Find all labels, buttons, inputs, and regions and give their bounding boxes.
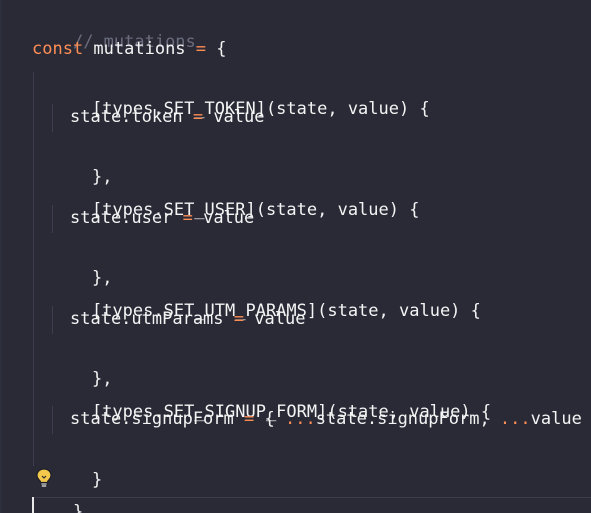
operator-equals: = <box>233 309 245 329</box>
spread-source: state.signupForm, <box>315 409 500 429</box>
text-cursor <box>32 497 34 513</box>
spread-operator: ... <box>284 409 316 429</box>
assign-rhs: value <box>192 208 255 228</box>
code-line-set-token[interactable]: [types.SET_TOKEN](state, value) { <box>51 70 430 119</box>
code-line-close[interactable]: }, <box>51 340 112 389</box>
code-line-close[interactable]: } <box>51 441 102 490</box>
code-line-user-assign[interactable]: state.user = value <box>70 205 254 231</box>
code-line-close[interactable]: }, <box>51 138 112 187</box>
indent-guide-outer <box>33 72 34 466</box>
code-line-close[interactable]: }, <box>51 239 112 288</box>
code-editor[interactable]: // mutations const mutations = { [types.… <box>0 0 591 513</box>
lightbulb-icon[interactable] <box>35 468 53 488</box>
object-open: { <box>254 409 285 429</box>
code-line-utm-assign[interactable]: state.utmParams = value <box>70 306 305 332</box>
code-line-const[interactable]: const mutations = { <box>32 36 227 62</box>
spread-operator: ... <box>499 409 531 429</box>
assign-rhs: value <box>244 309 306 329</box>
spread-value: value } <box>530 409 582 429</box>
operator-equals: = <box>182 208 193 228</box>
operator-equals: = <box>192 107 204 127</box>
editor-gutter-edge <box>0 0 2 513</box>
object-close: } <box>72 502 84 513</box>
keyword-const: const <box>32 39 84 59</box>
code-line-token-assign[interactable]: state.token = value <box>70 104 265 130</box>
identifier-mutations: mutations <box>83 39 196 59</box>
editor-bottom-rule <box>32 497 591 498</box>
assign-lhs: state.user <box>70 208 183 228</box>
assign-lhs: state.signupForm <box>70 409 244 429</box>
code-line-set-signup-form[interactable]: [types.SET_SIGNUP_FORM](state, value) { <box>51 373 491 422</box>
code-line-signup-assign[interactable]: state.signupForm = { ...state.signupForm… <box>70 406 591 432</box>
operator-equals: = <box>195 39 207 59</box>
code-line-comment[interactable]: // mutations <box>32 3 196 52</box>
code-line-set-user[interactable]: [types.SET_USER](state, value) { <box>51 171 420 220</box>
code-line-set-utm-params[interactable]: [types.SET_UTM_PARAMS](state, value) { <box>51 272 481 321</box>
block-close: } <box>91 470 103 490</box>
assign-rhs: value <box>203 107 265 127</box>
brace-open: { <box>206 39 227 59</box>
operator-equals: = <box>244 409 255 429</box>
assign-lhs: state.utmParams <box>70 309 234 329</box>
assign-lhs: state.token <box>70 107 193 127</box>
